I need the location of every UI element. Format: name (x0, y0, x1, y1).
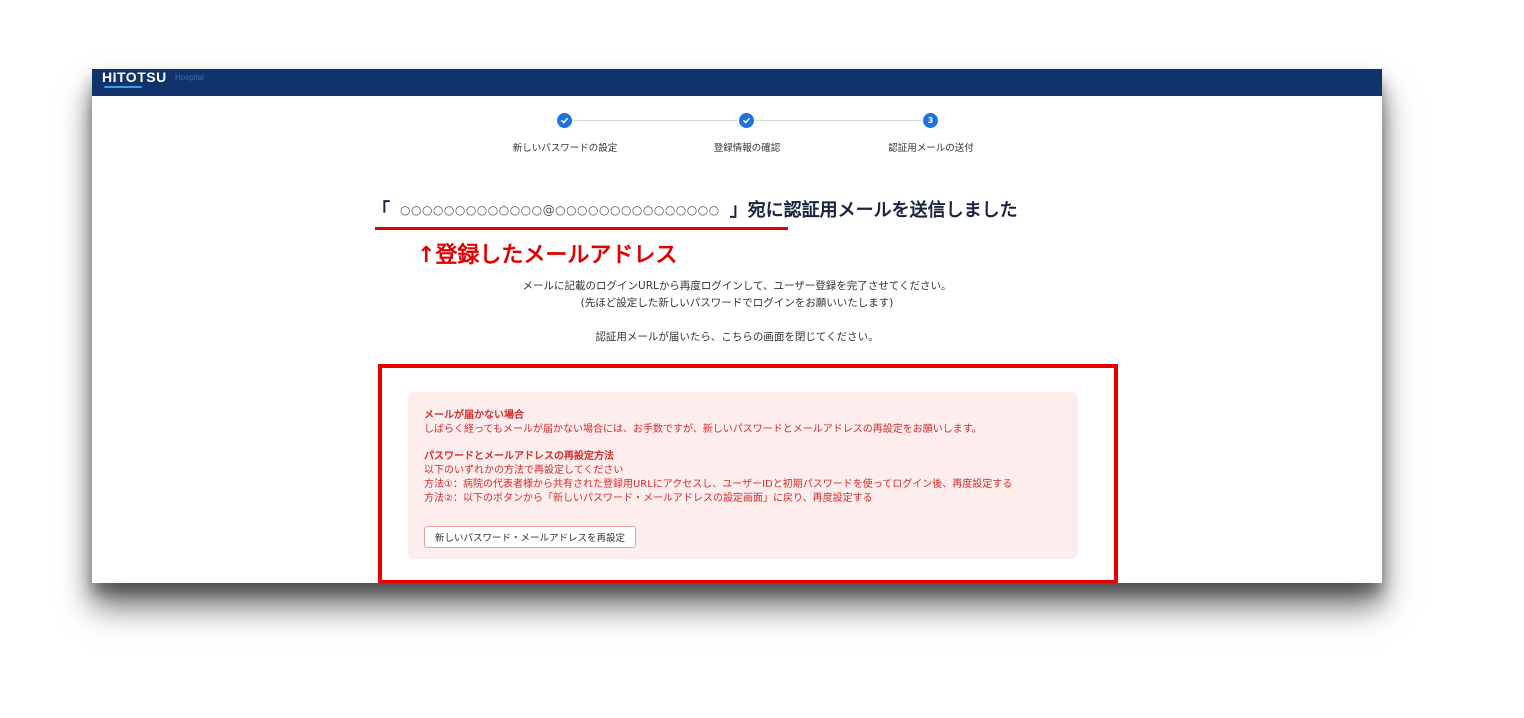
step-2-label: 登録情報の確認 (713, 143, 781, 154)
stepper-line-1 (573, 120, 737, 121)
stepper-line-2 (755, 120, 921, 121)
page-title: 「 ○○○○○○○○○○○○○@○○○○○○○○○○○○○○○ 」宛に認証用メールを… (372, 196, 1018, 222)
step-1-label: 新しいパスワードの設定 (512, 143, 618, 154)
close-bracket: 」 (729, 200, 748, 221)
top-bar: HITOTSU Hospital (92, 69, 1382, 96)
info-line-3: 認証用メールが届いたら、こちらの画面を閉じてください。 (595, 331, 879, 343)
step-3-label: 認証用メールの送付 (888, 143, 974, 154)
info-line-1: メールに記載のログインURLから再度ログインして、ユーザー登録を完了させてくださ… (522, 280, 952, 292)
brand-logo: HITOTSU (102, 69, 167, 85)
step-2-check-icon (739, 113, 754, 128)
annotation-text: ↑登録したメールアドレス (417, 243, 678, 268)
app-window: HITOTSU Hospital 3 新しいパスワードの設定 登録情報の確認 認… (92, 69, 1382, 583)
brand-underline (104, 86, 142, 88)
open-bracket: 「 (372, 200, 390, 221)
annotation-highlight-frame (378, 364, 1118, 583)
registered-email: ○○○○○○○○○○○○○@○○○○○○○○○○○○○○○ (400, 203, 720, 217)
step-1-check-icon (557, 113, 572, 128)
title-text: 宛に認証用メールを送信しました (747, 200, 1018, 221)
annotation-underline (375, 227, 788, 230)
step-3-number: 3 (923, 113, 938, 128)
brand-subtitle: Hospital (175, 73, 204, 82)
info-line-2: (先ほど設定した新しいパスワードでログインをお願いいたします) (580, 297, 894, 309)
